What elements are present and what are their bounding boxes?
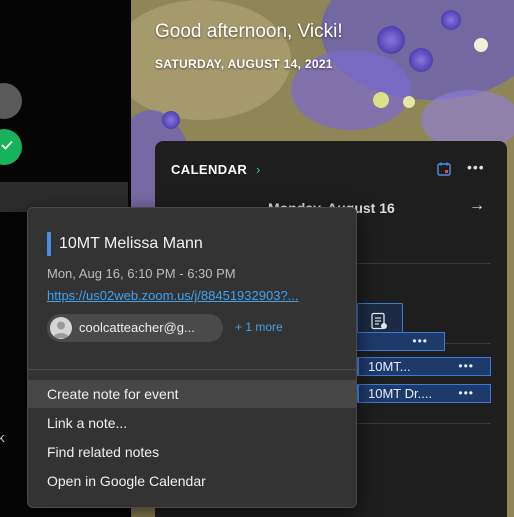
event-title: 10MT Melissa Mann xyxy=(59,235,203,252)
attendee-email: coolcatteacher@g... xyxy=(79,320,195,335)
date-text: SATURDAY, AUGUST 14, 2021 xyxy=(155,57,333,71)
calendar-event[interactable]: 10MT... ••• xyxy=(356,357,491,376)
note-icon xyxy=(371,312,387,330)
next-day-button[interactable]: → xyxy=(469,197,485,215)
event-more-button[interactable]: ••• xyxy=(458,385,474,402)
event-time: Mon, Aug 16, 6:10 PM - 6:30 PM xyxy=(47,266,236,281)
attendee-pill[interactable]: coolcatteacher@g... xyxy=(47,314,223,342)
checkmark-icon xyxy=(1,140,13,150)
event-label: 10MT... xyxy=(368,359,411,374)
event-more-button[interactable]: ••• xyxy=(458,358,474,375)
event-color-bar xyxy=(47,232,51,256)
avatar-icon xyxy=(50,317,72,339)
event-more-button[interactable]: ••• xyxy=(412,333,428,350)
menu-item-link-note[interactable]: Link a note... xyxy=(28,409,356,437)
menu-item-open-google-calendar[interactable]: Open in Google Calendar xyxy=(28,467,356,495)
calendar-title[interactable]: CALENDAR xyxy=(171,162,247,177)
calendar-icon[interactable] xyxy=(436,161,452,177)
meeting-link[interactable]: https://us02web.zoom.us/j/88451932903?..… xyxy=(47,288,299,303)
calendar-more-button[interactable]: ••• xyxy=(467,159,485,175)
event-label: 10MT Dr.... xyxy=(368,386,433,401)
event-popup: 10MT Melissa Mann Mon, Aug 16, 6:10 PM -… xyxy=(27,207,357,508)
greeting-text: Good afternoon, Vicki! xyxy=(155,21,343,42)
menu-item-create-note[interactable]: Create note for event xyxy=(28,380,356,408)
left-panel-text: k xyxy=(0,430,5,445)
calendar-event[interactable]: 10MT Dr.... ••• xyxy=(356,384,491,403)
calendar-event[interactable]: ••• xyxy=(353,332,445,351)
chevron-right-icon[interactable]: › xyxy=(256,162,260,177)
menu-item-find-notes[interactable]: Find related notes xyxy=(28,438,356,466)
popup-divider xyxy=(28,369,356,370)
more-attendees-link[interactable]: + 1 more xyxy=(235,320,283,334)
